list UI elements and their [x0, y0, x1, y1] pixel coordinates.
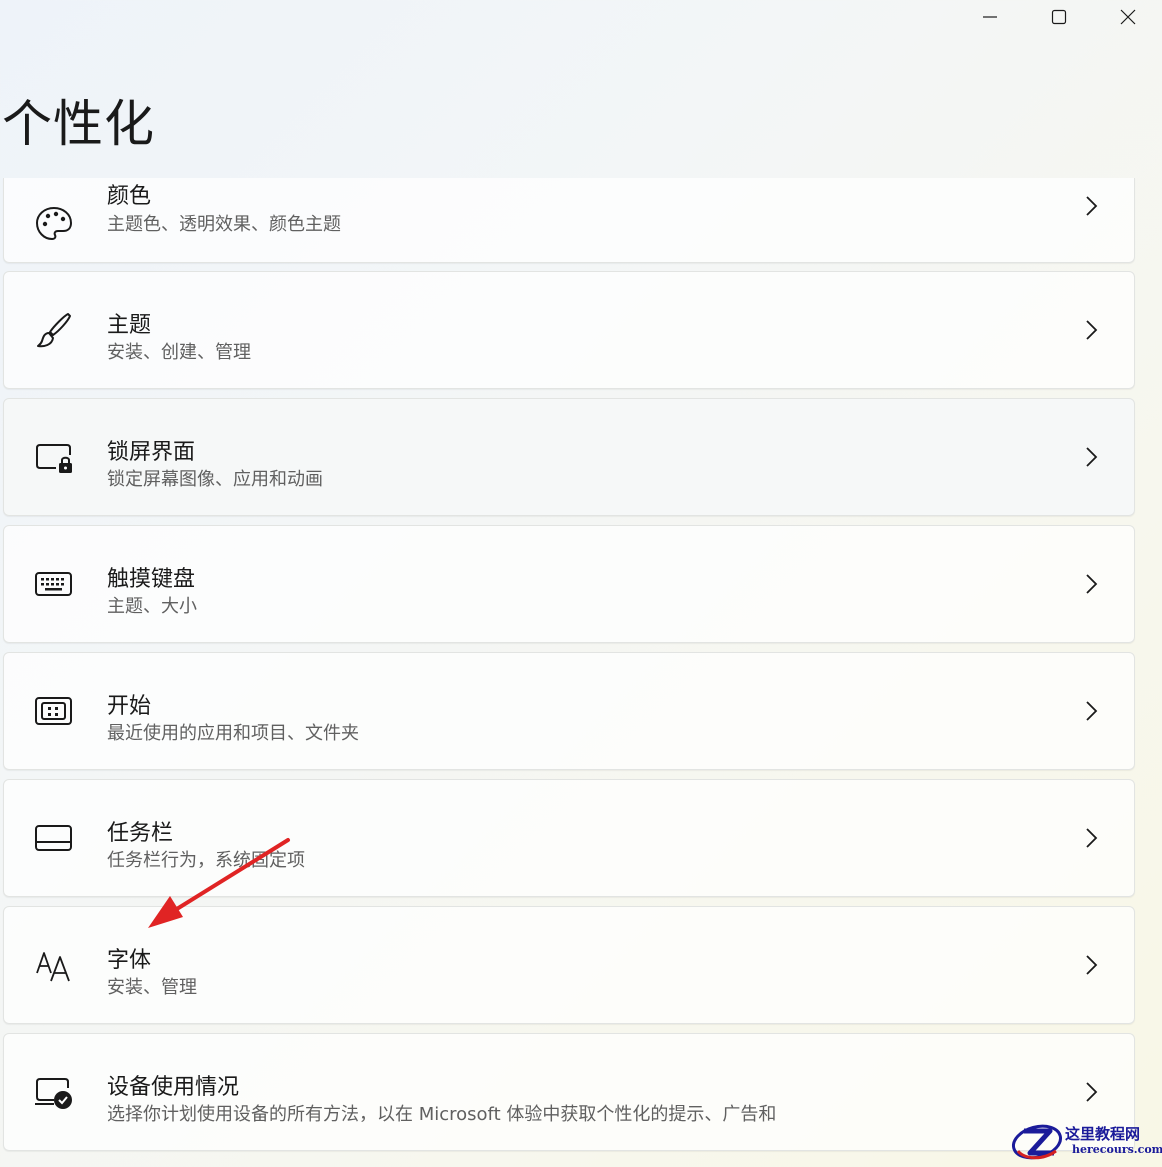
settings-item-title: 字体: [107, 948, 152, 973]
settings-item-title: 开始: [107, 694, 152, 719]
watermark-url: herecours.com: [1072, 1143, 1162, 1156]
settings-item-desc: 安装、创建、管理: [107, 342, 251, 363]
close-icon: [1120, 9, 1135, 25]
start-icon: [34, 691, 74, 731]
settings-item-desc: 安装、管理: [107, 977, 197, 998]
device-usage-icon: [34, 1072, 74, 1112]
watermark-logo: 这里教程网 herecours.com: [1010, 1121, 1162, 1163]
close-button[interactable]: [1093, 0, 1162, 34]
maximize-button[interactable]: [1024, 0, 1093, 34]
watermark-title: 这里教程网: [1065, 1125, 1141, 1143]
chevron-right-icon: [1086, 320, 1098, 340]
settings-item-title: 锁屏界面: [107, 440, 196, 465]
settings-item-title: 设备使用情况: [107, 1075, 240, 1100]
settings-item-device-usage[interactable]: 设备使用情况 选择你计划使用设备的所有方法，以在 Microsoft 体验中获取…: [3, 1033, 1135, 1151]
taskbar-icon: [34, 818, 74, 858]
chevron-right-icon: [1086, 701, 1098, 721]
minimize-button[interactable]: [955, 0, 1024, 34]
palette-icon: [34, 204, 74, 244]
minimize-icon: [982, 16, 997, 18]
page-title: 个性化: [2, 95, 155, 153]
settings-item-lock-screen[interactable]: 锁屏界面 锁定屏幕图像、应用和动画: [3, 398, 1135, 516]
keyboard-icon: [34, 564, 74, 604]
settings-item-themes[interactable]: 主题 安装、创建、管理: [3, 271, 1135, 389]
lock-screen-icon: [34, 437, 74, 477]
settings-item-desc: 锁定屏幕图像、应用和动画: [107, 469, 323, 490]
font-icon: [34, 945, 74, 985]
settings-item-colors[interactable]: 颜色 主题色、透明效果、颜色主题: [3, 178, 1135, 263]
chevron-right-icon: [1086, 447, 1098, 467]
settings-item-start[interactable]: 开始 最近使用的应用和项目、文件夹: [3, 652, 1135, 770]
settings-item-desc: 最近使用的应用和项目、文件夹: [107, 723, 359, 744]
settings-item-desc: 主题色、透明效果、颜色主题: [107, 214, 341, 235]
chevron-right-icon: [1086, 828, 1098, 848]
settings-item-touch-keyboard[interactable]: 触摸键盘 主题、大小: [3, 525, 1135, 643]
settings-item-title: 触摸键盘: [107, 567, 196, 592]
maximize-icon: [1051, 9, 1066, 25]
settings-item-title: 主题: [107, 313, 152, 338]
window-controls: [955, 0, 1162, 34]
chevron-right-icon: [1086, 955, 1098, 975]
chevron-right-icon: [1086, 1082, 1098, 1102]
settings-item-fonts[interactable]: 字体 安装、管理: [3, 906, 1135, 1024]
settings-item-title: 颜色: [107, 184, 152, 209]
watermark-emblem: [1011, 1124, 1063, 1160]
chevron-right-icon: [1086, 574, 1098, 594]
settings-item-title: 任务栏: [107, 821, 174, 846]
settings-item-desc: 主题、大小: [107, 596, 197, 617]
brush-icon: [34, 310, 74, 350]
settings-item-desc: 选择你计划使用设备的所有方法，以在 Microsoft 体验中获取个性化的提示、…: [107, 1104, 777, 1125]
chevron-right-icon: [1086, 196, 1098, 216]
settings-item-taskbar[interactable]: 任务栏 任务栏行为，系统固定项: [3, 779, 1135, 897]
settings-item-desc: 任务栏行为，系统固定项: [107, 850, 305, 871]
